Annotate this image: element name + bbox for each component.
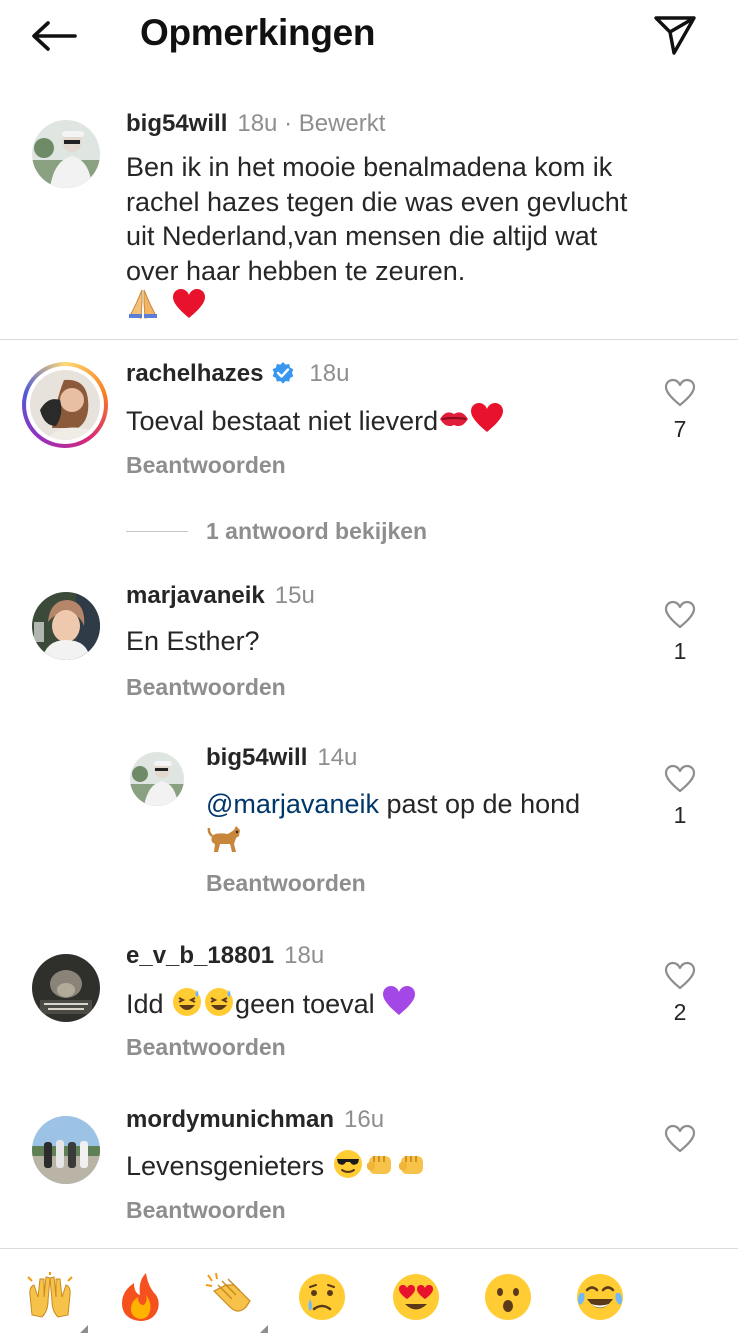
dog-icon: [206, 822, 242, 863]
comment-text: Levensgenieters: [126, 1148, 428, 1189]
reply-button[interactable]: Beantwoorden: [126, 1034, 286, 1061]
quick-reactions-bar: [0, 1248, 738, 1340]
heart-outline-icon[interactable]: [664, 1124, 696, 1154]
arrow-left-icon: [32, 21, 77, 51]
fist-bump-icon: [364, 1148, 396, 1189]
like-count: 2: [673, 999, 687, 1025]
comment-text: Idd geen toeval: [126, 985, 416, 1027]
raising-hands-icon[interactable]: [24, 1271, 88, 1333]
corner-mark: [260, 1325, 268, 1333]
top-bar: Opmerkingen: [0, 0, 738, 72]
timestamp: 18u: [309, 360, 350, 387]
username[interactable]: marjavaneik: [126, 582, 265, 609]
view-replies-button[interactable]: 1 antwoord bekijken: [126, 518, 427, 545]
heart-outline-icon[interactable]: [664, 600, 696, 630]
laughing-sweat-icon: [171, 986, 203, 1027]
username[interactable]: e_v_b_18801: [126, 942, 274, 969]
heart-outline-icon[interactable]: [664, 961, 696, 991]
username[interactable]: rachelhazes: [126, 360, 263, 387]
username[interactable]: big54will: [206, 744, 307, 771]
avatar[interactable]: [32, 120, 100, 188]
surprised-face-icon[interactable]: [482, 1271, 534, 1323]
edited-label: · Bewerkt: [284, 110, 386, 137]
caption-text: Ben ik in het mooie benalmadena kom ik r…: [126, 150, 646, 329]
share-button[interactable]: [650, 12, 700, 58]
kiss-mark-icon: [438, 405, 470, 442]
comment-text: @marjavaneik past op de hond: [206, 787, 626, 862]
heart-outline-icon[interactable]: [664, 764, 696, 794]
clapping-hands-icon[interactable]: [204, 1271, 268, 1333]
purple-heart-icon: [382, 985, 416, 1026]
divider: [126, 531, 188, 532]
sunglasses-face-icon: [332, 1148, 364, 1189]
reply-button[interactable]: Beantwoorden: [126, 452, 286, 479]
page-title: Opmerkingen: [140, 12, 376, 53]
heart-outline-icon[interactable]: [664, 378, 696, 408]
laughing-sweat-icon: [203, 986, 235, 1027]
username[interactable]: mordymunichman: [126, 1106, 334, 1133]
timestamp: 18u: [237, 110, 278, 137]
like-count: 1: [673, 802, 687, 828]
mention-link[interactable]: @marjavaneik: [206, 789, 379, 819]
crying-face-icon[interactable]: [296, 1271, 348, 1323]
timestamp: 15u: [274, 582, 315, 609]
fist-bump-icon: [396, 1148, 428, 1189]
fire-icon[interactable]: [114, 1271, 166, 1323]
avatar[interactable]: [130, 752, 184, 806]
timestamp: 14u: [317, 744, 358, 771]
corner-mark: [80, 1325, 88, 1333]
timestamp: 18u: [284, 942, 325, 969]
reply-button[interactable]: Beantwoorden: [126, 1197, 286, 1224]
folded-hands-icon: [126, 288, 160, 329]
back-button[interactable]: [28, 14, 80, 58]
reply-button[interactable]: Beantwoorden: [206, 870, 366, 897]
comment-text: En Esther?: [126, 626, 260, 656]
red-heart-icon: [172, 288, 206, 329]
heart-eyes-icon[interactable]: [390, 1271, 442, 1323]
comment-text: Toeval bestaat niet lieverd: [126, 402, 504, 443]
avatar[interactable]: [32, 954, 100, 1022]
like-count: 7: [673, 416, 687, 442]
post-caption: big54will 18u · Bewerkt Ben ik in het moo…: [0, 100, 738, 340]
username[interactable]: big54will: [126, 110, 227, 137]
timestamp: 16u: [344, 1106, 385, 1133]
paper-plane-icon: [654, 16, 696, 55]
avatar[interactable]: [32, 592, 100, 660]
verified-badge-icon: [271, 361, 295, 392]
red-heart-icon: [470, 402, 504, 443]
reply-button[interactable]: Beantwoorden: [126, 674, 286, 701]
avatar[interactable]: [22, 362, 108, 448]
like-count: 1: [673, 638, 687, 664]
tears-of-joy-icon[interactable]: [574, 1271, 626, 1323]
avatar[interactable]: [32, 1116, 100, 1184]
